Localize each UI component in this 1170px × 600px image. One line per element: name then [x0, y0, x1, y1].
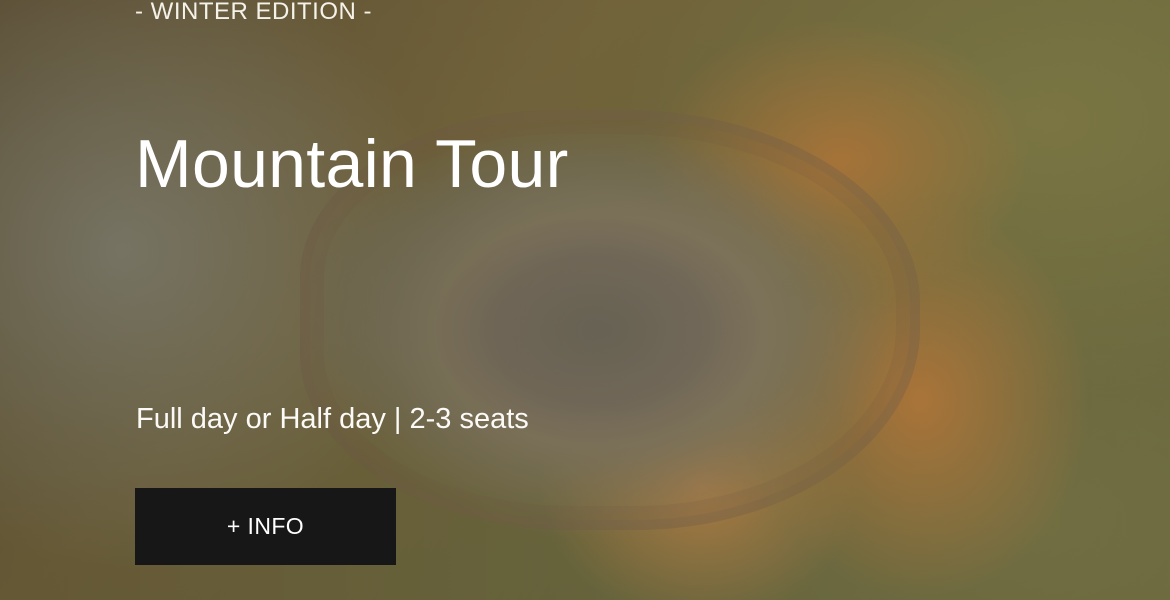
edition-label: - WINTER EDITION - [135, 0, 372, 25]
page-title: Mountain Tour [135, 126, 569, 202]
hero-content: - WINTER EDITION - Mountain Tour Full da… [0, 0, 1170, 600]
info-button[interactable]: + INFO [135, 488, 396, 565]
hero-section: - WINTER EDITION - Mountain Tour Full da… [0, 0, 1170, 600]
tour-details: Full day or Half day | 2-3 seats [136, 403, 529, 435]
